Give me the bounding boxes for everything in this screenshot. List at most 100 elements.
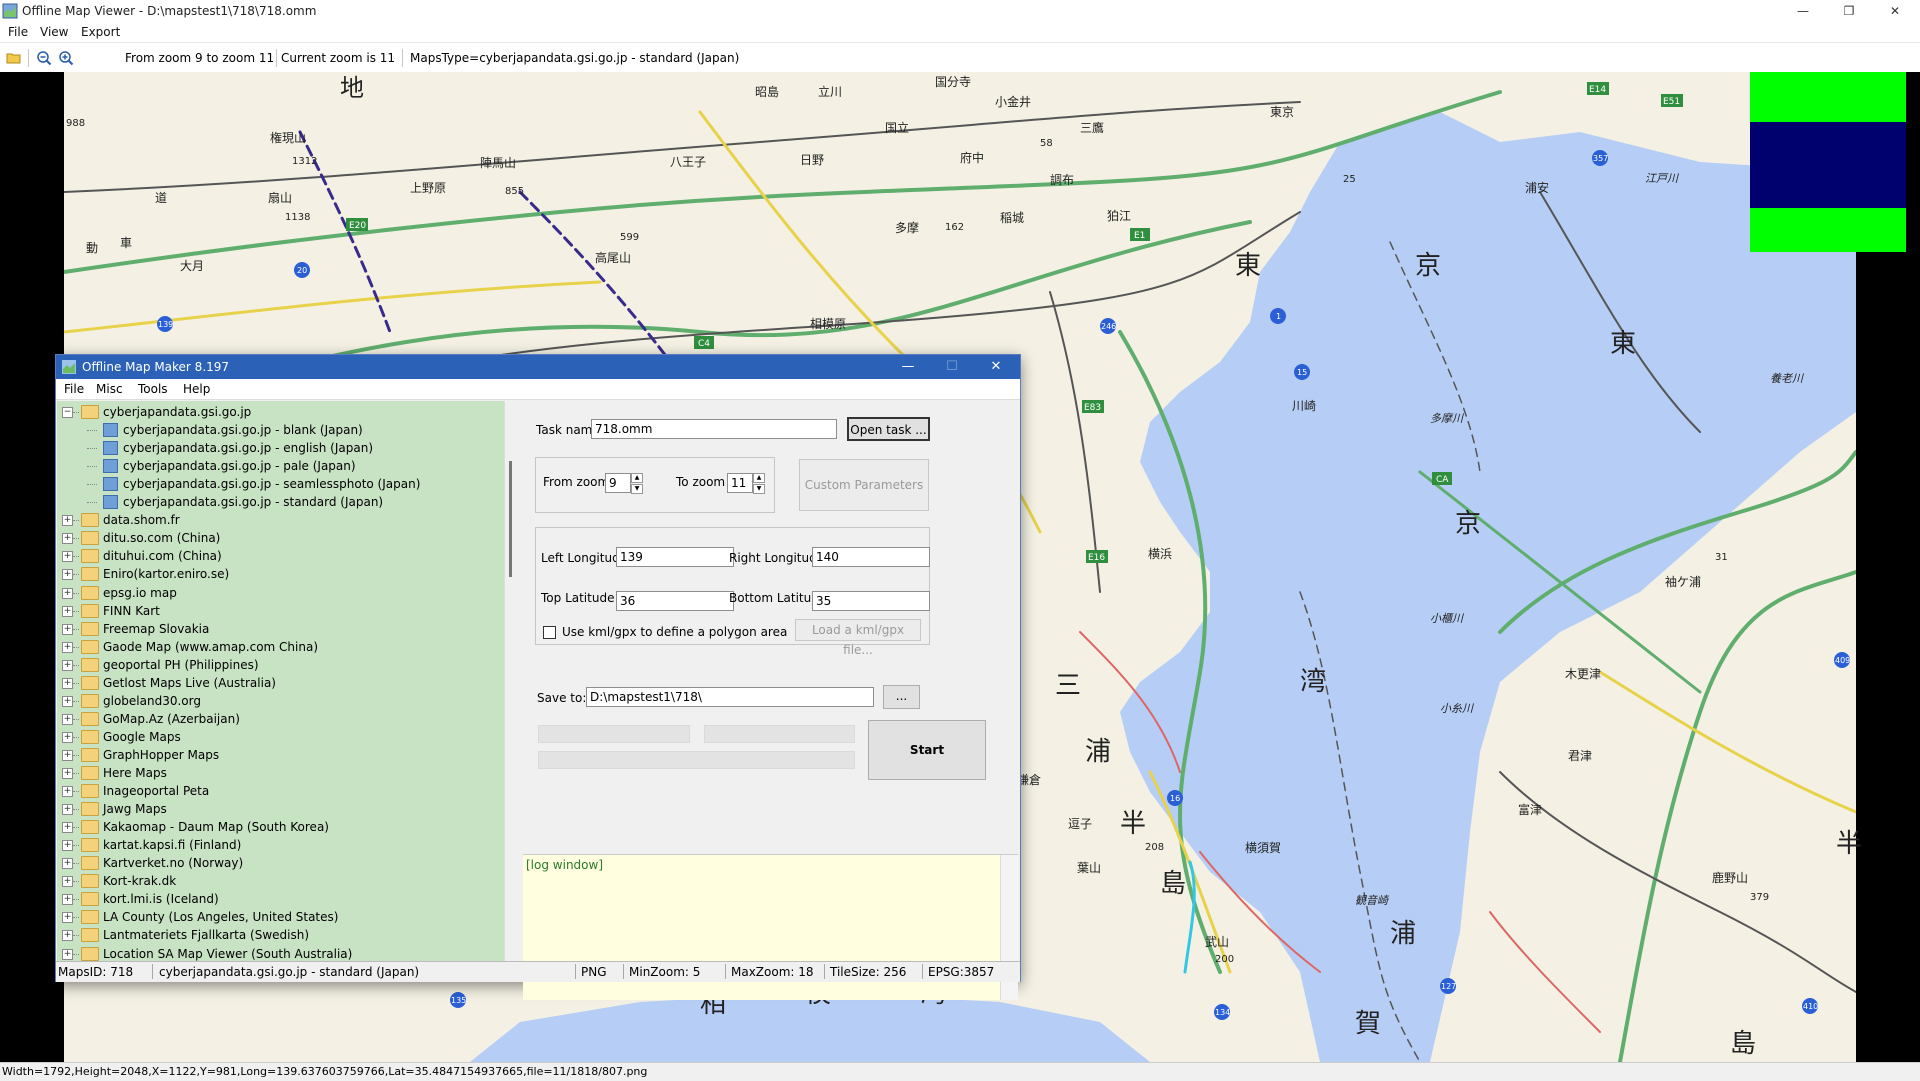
tree-map-item[interactable]: cyberjapandata.gsi.go.jp - pale (Japan) [57, 457, 504, 475]
dialog-maximize-button[interactable]: ☐ [930, 355, 974, 379]
dialog-titlebar[interactable]: Offline Map Maker 8.197 — ☐ ✕ [56, 355, 1020, 379]
tree-folder-item[interactable]: + Here Maps [57, 764, 504, 782]
from-zoom-spinner[interactable]: ▲ ▼ [631, 473, 643, 494]
browse-folder-button[interactable]: ... [883, 685, 920, 709]
open-folder-icon[interactable] [6, 50, 22, 66]
dialog-menu-bar: File Misc Tools Help [56, 379, 1020, 400]
restore-button[interactable]: ❐ [1826, 0, 1872, 22]
expand-icon[interactable]: + [62, 786, 73, 798]
tree-folder-item[interactable]: + Kort-krak.dk [57, 872, 504, 890]
tree-folder-item[interactable]: + Location SA Map Viewer (South Australia… [57, 945, 504, 962]
open-task-button[interactable]: Open task ... [847, 417, 930, 441]
expand-icon[interactable]: + [62, 551, 73, 563]
bottom-latitude-input[interactable]: 35 [812, 591, 930, 611]
save-path-input[interactable]: D:\mapstest1\718\ [586, 687, 874, 707]
tree-folder-item[interactable]: + Google Maps [57, 728, 504, 746]
tree-map-item[interactable]: cyberjapandata.gsi.go.jp - blank (Japan) [57, 421, 504, 439]
start-button[interactable]: Start [868, 720, 986, 780]
scrollbar-thumb[interactable] [509, 461, 512, 577]
tree-folder-item[interactable]: + Getlost Maps Live (Australia) [57, 674, 504, 692]
expand-icon[interactable]: + [62, 623, 73, 635]
menu-export[interactable]: Export [81, 25, 120, 39]
expand-icon[interactable]: + [62, 695, 73, 707]
expand-icon[interactable]: + [62, 533, 73, 545]
expand-icon[interactable]: + [62, 912, 73, 924]
dialog-menu-tools[interactable]: Tools [138, 382, 168, 396]
expand-icon[interactable]: + [62, 605, 73, 617]
tree-map-item[interactable]: cyberjapandata.gsi.go.jp - standard (Jap… [57, 493, 504, 511]
dialog-minimize-button[interactable]: — [886, 355, 930, 379]
expand-icon[interactable]: + [62, 840, 73, 852]
expand-icon[interactable]: + [62, 731, 73, 743]
tree-folder-item[interactable]: + ditu.so.com (China) [57, 529, 504, 547]
custom-parameters-button[interactable]: Custom Parameters [799, 459, 929, 511]
tree-folder-item[interactable]: + Inageoportal Peta [57, 782, 504, 800]
spinner-down-icon[interactable]: ▼ [631, 484, 643, 494]
expand-icon[interactable]: + [62, 659, 73, 671]
tree-folder-item[interactable]: + Kartverket.no (Norway) [57, 854, 504, 872]
tree-folder-item[interactable]: + LA County (Los Angeles, United States) [57, 908, 504, 926]
tree-folder-item[interactable]: + dituhui.com (China) [57, 547, 504, 565]
minimize-button[interactable]: — [1780, 0, 1826, 22]
tree-folder-item[interactable]: + kartat.kapsi.fi (Finland) [57, 836, 504, 854]
tree-folder-item[interactable]: + GoMap.Az (Azerbaijan) [57, 710, 504, 728]
tree-folder-item[interactable]: + Gaode Map (www.amap.com China) [57, 638, 504, 656]
to-zoom-input[interactable]: 11 [727, 473, 753, 493]
zoom-out-icon[interactable] [36, 50, 52, 66]
task-name-input[interactable]: 718.omm [591, 419, 837, 439]
expand-icon[interactable]: + [62, 641, 73, 653]
tree-folder-item[interactable]: + Kakaomap - Daum Map (South Korea) [57, 818, 504, 836]
tree-map-item[interactable]: cyberjapandata.gsi.go.jp - seamlessphoto… [57, 475, 504, 493]
tree-folder-item[interactable]: + Freemap Slovakia [57, 620, 504, 638]
right-longitude-input[interactable]: 140 [812, 547, 930, 567]
use-kml-checkbox[interactable] [543, 626, 556, 639]
tree-folder-item[interactable]: + epsg.io map [57, 584, 504, 602]
tree-folder-item[interactable]: − cyberjapandata.gsi.go.jp [57, 403, 504, 421]
map-label: 八王子 [670, 155, 706, 169]
expand-icon[interactable]: + [62, 569, 73, 581]
expand-icon[interactable]: + [62, 587, 73, 599]
tree-folder-item[interactable]: + kort.lmi.is (Iceland) [57, 890, 504, 908]
from-zoom-input[interactable]: 9 [605, 473, 631, 493]
close-button[interactable]: ✕ [1872, 0, 1918, 22]
expand-icon[interactable]: + [62, 713, 73, 725]
expand-icon[interactable]: + [62, 876, 73, 888]
map-source-tree[interactable]: − cyberjapandata.gsi.go.jp cyberjapandata.… [57, 401, 504, 961]
collapse-icon[interactable]: − [62, 407, 73, 418]
expand-icon[interactable]: + [62, 822, 73, 834]
spinner-up-icon[interactable]: ▲ [753, 473, 765, 483]
tree-folder-item[interactable]: + geoportal PH (Philippines) [57, 656, 504, 674]
tree-scrollbar[interactable] [504, 401, 522, 961]
tree-folder-item[interactable]: + Lantmateriets Fjallkarta (Swedish) [57, 926, 504, 944]
tree-folder-item[interactable]: + Eniro(kartor.eniro.se) [57, 565, 504, 583]
expand-icon[interactable]: + [62, 515, 73, 527]
expand-icon[interactable]: + [62, 749, 73, 761]
expand-icon[interactable]: + [62, 768, 73, 779]
dialog-menu-file[interactable]: File [64, 382, 84, 396]
dialog-menu-misc[interactable]: Misc [96, 382, 123, 396]
left-longitude-input[interactable]: 139 [616, 547, 734, 567]
expand-icon[interactable]: + [62, 894, 73, 906]
tree-folder-item[interactable]: + globeland30.org [57, 692, 504, 710]
tree-folder-item[interactable]: + data.shom.fr [57, 511, 504, 529]
dialog-menu-help[interactable]: Help [183, 382, 210, 396]
spinner-down-icon[interactable]: ▼ [753, 484, 765, 494]
tree-folder-item[interactable]: + FINN Kart [57, 602, 504, 620]
tree-folder-item[interactable]: + Jawg Maps [57, 800, 504, 818]
dialog-close-button[interactable]: ✕ [974, 355, 1018, 379]
zoom-in-icon[interactable] [58, 50, 74, 66]
spinner-up-icon[interactable]: ▲ [631, 473, 643, 483]
tree-folder-item[interactable]: + GraphHopper Maps [57, 746, 504, 764]
expand-icon[interactable]: + [62, 858, 73, 870]
to-zoom-spinner[interactable]: ▲ ▼ [753, 473, 765, 494]
load-kml-button[interactable]: Load a kml/gpx file... [795, 619, 921, 657]
expand-icon[interactable]: + [62, 804, 73, 816]
tree-map-item[interactable]: cyberjapandata.gsi.go.jp - english (Japa… [57, 439, 504, 457]
expand-icon[interactable]: + [62, 677, 73, 689]
tree-item-label: Gaode Map (www.amap.com China) [103, 639, 319, 654]
expand-icon[interactable]: + [62, 930, 73, 942]
top-latitude-input[interactable]: 36 [616, 591, 734, 611]
menu-view[interactable]: View [40, 25, 68, 39]
expand-icon[interactable]: + [62, 948, 73, 960]
menu-file[interactable]: File [8, 25, 28, 39]
